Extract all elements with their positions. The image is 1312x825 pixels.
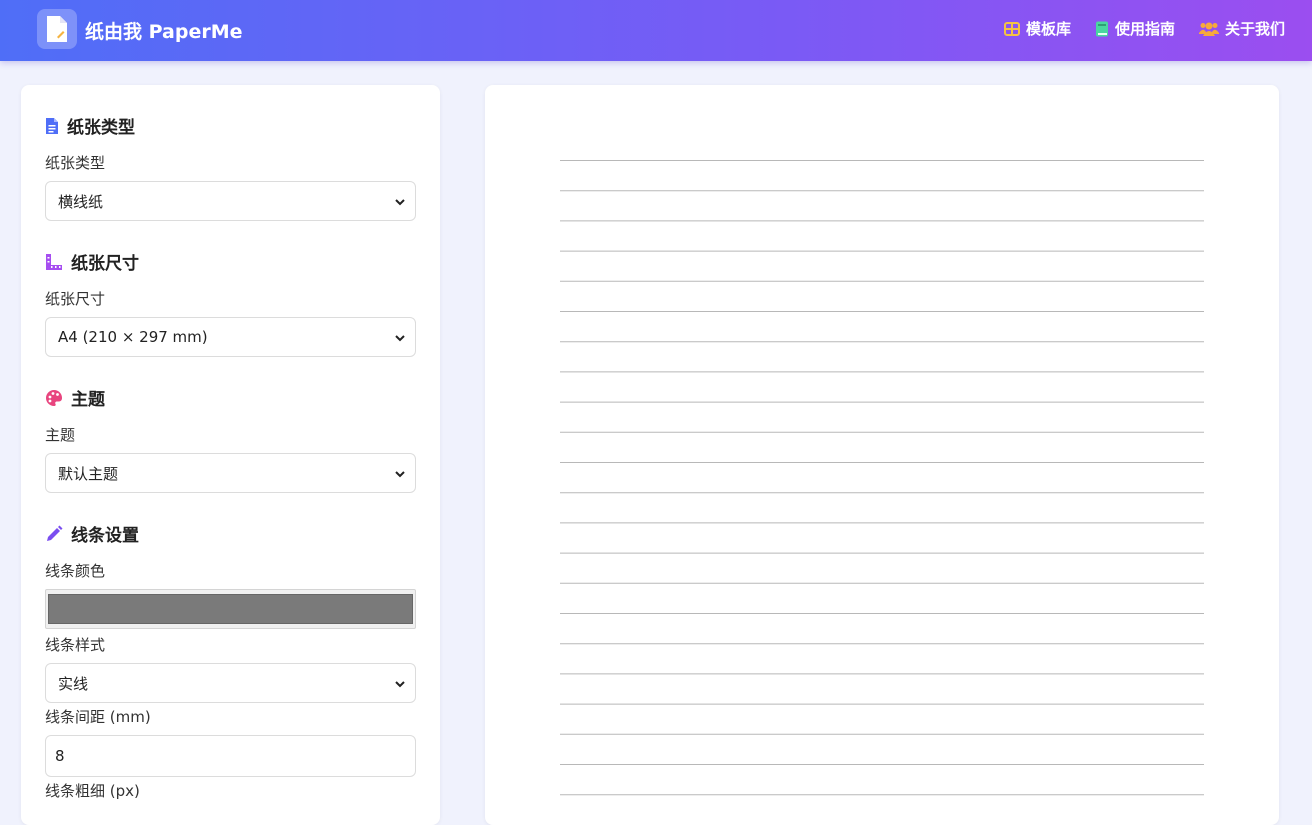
grid-icon	[1003, 21, 1020, 36]
palette-icon	[46, 389, 63, 406]
nav-user-guide[interactable]: 使用指南	[1095, 18, 1175, 39]
chevron-down-icon	[395, 681, 405, 688]
document-icon	[46, 117, 58, 134]
ruler-icon	[46, 253, 62, 270]
paper-type-select[interactable]: 横线纸	[45, 181, 416, 221]
paper-type-value: 横线纸	[58, 192, 104, 211]
line-spacing-input[interactable]: 8	[45, 735, 416, 777]
top-navbar: 纸由我 PaperMe 模板库 使用指南 关于我们	[0, 0, 1312, 61]
main-nav: 模板库 使用指南 关于我们	[1003, 18, 1285, 39]
ruled-lines	[560, 160, 1204, 796]
paper-size-title-text: 纸张尺寸	[71, 254, 139, 274]
paper-size-value: A4 (210 × 297 mm)	[58, 328, 208, 346]
line-color-picker[interactable]	[45, 589, 416, 629]
paper-type-title-text: 纸张类型	[67, 118, 135, 138]
book-icon	[1095, 21, 1108, 36]
chevron-down-icon	[395, 199, 405, 206]
nav-template-library[interactable]: 模板库	[1003, 18, 1071, 39]
theme-select[interactable]: 默认主题	[45, 453, 416, 493]
theme-label: 主题	[45, 426, 76, 444]
paper-preview	[485, 85, 1279, 825]
theme-value: 默认主题	[58, 464, 119, 483]
line-style-label: 线条样式	[45, 636, 106, 654]
line-settings-section-title: 线条设置	[45, 521, 139, 546]
line-spacing-label: 线条间距 (mm)	[45, 708, 151, 726]
logo[interactable]	[37, 9, 77, 49]
users-icon	[1198, 22, 1219, 36]
brand-title[interactable]: 纸由我 PaperMe	[85, 17, 243, 44]
line-settings-title-text: 线条设置	[71, 526, 139, 546]
settings-panel: 纸张类型 纸张类型 横线纸 纸张尺寸 纸张尺寸 A4 (210 × 297 mm…	[21, 85, 440, 825]
line-spacing-value: 8	[55, 747, 65, 765]
theme-section-title: 主题	[45, 385, 105, 410]
line-width-label: 线条粗细 (px)	[45, 782, 140, 800]
paper-size-label: 纸张尺寸	[45, 290, 106, 308]
paper-type-section-title: 纸张类型	[45, 113, 135, 138]
chevron-down-icon	[395, 471, 405, 478]
line-style-value: 实线	[58, 674, 89, 693]
nav-about-us-label: 关于我们	[1224, 20, 1285, 38]
nav-about-us[interactable]: 关于我们	[1198, 18, 1285, 39]
theme-title-text: 主题	[71, 390, 105, 410]
paper-type-label: 纸张类型	[45, 154, 106, 172]
paper-logo-icon	[47, 16, 67, 42]
line-color-label: 线条颜色	[45, 562, 106, 580]
nav-user-guide-label: 使用指南	[1114, 20, 1175, 38]
nav-template-library-label: 模板库	[1025, 20, 1071, 38]
line-style-select[interactable]: 实线	[45, 663, 416, 703]
chevron-down-icon	[395, 335, 405, 342]
paper-size-section-title: 纸张尺寸	[45, 249, 139, 274]
pencil-icon	[47, 525, 63, 541]
line-color-swatch-fill	[48, 594, 413, 624]
paper-size-select[interactable]: A4 (210 × 297 mm)	[45, 317, 416, 357]
